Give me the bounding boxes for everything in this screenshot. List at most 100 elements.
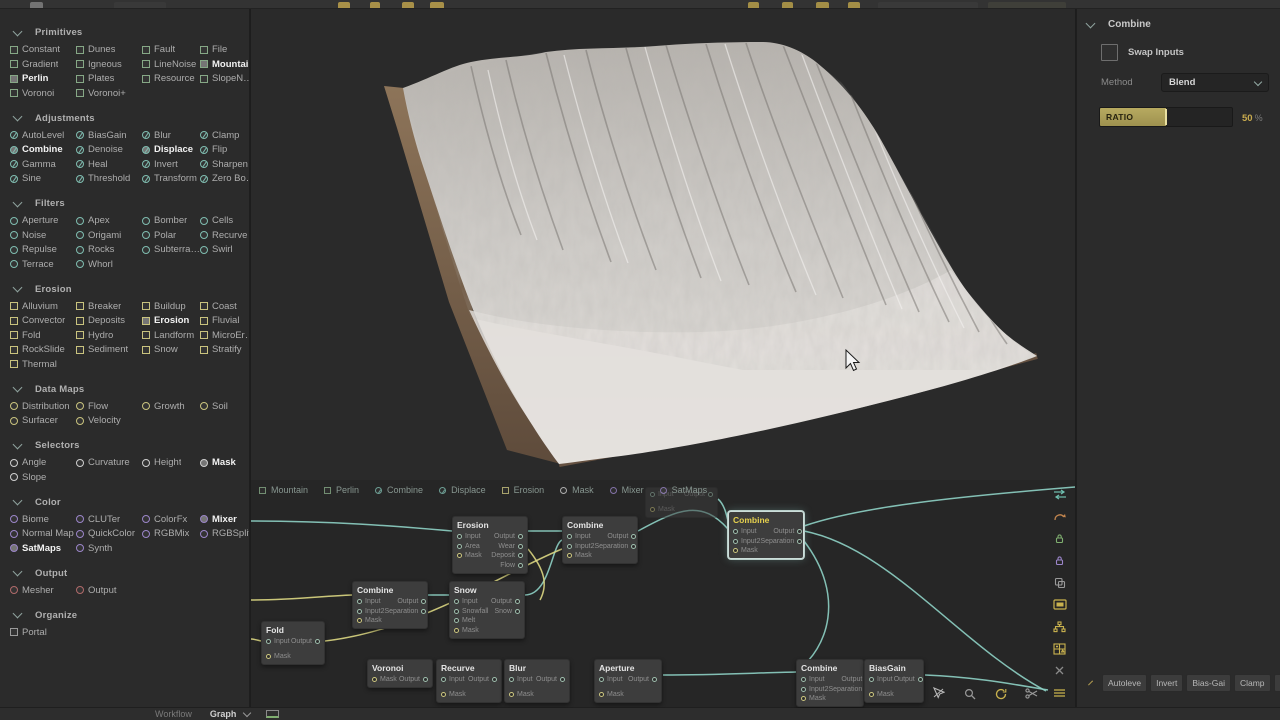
output-port-output[interactable]: Output: [536, 676, 565, 683]
lib-item-coast[interactable]: Coast: [200, 301, 249, 312]
graph-tab-mountain[interactable]: Mountain: [259, 485, 308, 495]
lib-item-repulse[interactable]: Repulse: [10, 244, 76, 255]
graph-tab-erosion[interactable]: Erosion: [501, 485, 544, 495]
lib-item-flip[interactable]: Flip: [200, 144, 249, 155]
reroute-icon[interactable]: [1052, 510, 1067, 523]
lib-item-rgbmix[interactable]: RGBMix: [142, 528, 200, 539]
node-combine[interactable]: Combine Input Input2 Mask Output Separation: [352, 581, 428, 629]
lib-item-deposits[interactable]: Deposits: [76, 315, 142, 326]
port-socket[interactable]: [708, 492, 713, 497]
port-socket[interactable]: [567, 534, 572, 539]
quickbar-button-autoleve[interactable]: Autoleve: [1102, 674, 1148, 692]
lib-item-snow[interactable]: Snow: [142, 344, 200, 355]
lib-item-voronoi[interactable]: Voronoi: [10, 88, 76, 99]
node-graph[interactable]: Mountain Perlin Combine Displace Erosion Mask…: [251, 480, 1075, 708]
section-header-organize[interactable]: Organize: [12, 608, 249, 621]
chevron-right-icon[interactable]: [1088, 680, 1093, 686]
input-port-mask[interactable]: Mask: [441, 691, 466, 698]
port-socket[interactable]: [454, 599, 459, 604]
lib-item-gradient[interactable]: Gradient: [10, 59, 76, 70]
input-port-mask[interactable]: Mask: [509, 691, 534, 698]
input-port-mask[interactable]: Mask: [372, 676, 397, 683]
lib-item-surfacer[interactable]: Surfacer: [10, 415, 76, 426]
input-port-input2[interactable]: Input2: [567, 543, 594, 550]
output-port-wear[interactable]: Wear: [491, 543, 523, 550]
port-socket[interactable]: [631, 543, 637, 549]
swap-connections-icon[interactable]: [1052, 488, 1067, 501]
input-port-input[interactable]: Input: [801, 676, 828, 683]
lib-item-height[interactable]: Height: [142, 457, 200, 468]
input-port-mask[interactable]: Mask: [457, 552, 482, 559]
port-socket[interactable]: [869, 691, 874, 697]
quickbar-button-mx[interactable]: MX: [1273, 674, 1280, 692]
drop-pin-icon[interactable]: [402, 2, 414, 8]
node-combine[interactable]: Combine Input Input2 Mask Output Separation: [562, 516, 638, 564]
lib-item-biasgain[interactable]: BiasGain: [76, 130, 142, 141]
port-socket[interactable]: [801, 677, 806, 682]
input-port-mask[interactable]: Mask: [650, 506, 675, 513]
lib-item-threshold[interactable]: Threshold: [76, 173, 142, 184]
port-socket[interactable]: [515, 608, 520, 614]
output-port-flow[interactable]: Flow: [491, 562, 523, 569]
output-port-deposit[interactable]: Deposit: [491, 552, 523, 559]
port-socket[interactable]: [515, 599, 520, 604]
lib-item-slope[interactable]: Slope: [10, 472, 76, 483]
build-button[interactable]: [878, 2, 978, 8]
lib-item-angle[interactable]: Angle: [10, 457, 76, 468]
lib-item-linenoise[interactable]: LineNoise: [142, 59, 200, 70]
input-port-input[interactable]: Input: [266, 638, 291, 645]
lib-item-hydro[interactable]: Hydro: [76, 330, 142, 341]
port-socket[interactable]: [457, 534, 462, 539]
section-header-primitives[interactable]: Primitives: [12, 26, 249, 38]
port-socket[interactable]: [518, 562, 523, 568]
port-socket[interactable]: [266, 653, 271, 659]
translate-gizmo-icon[interactable]: [338, 2, 350, 8]
input-port-input[interactable]: Input: [441, 676, 466, 683]
lib-item-resource[interactable]: Resource: [142, 73, 200, 84]
port-socket[interactable]: [441, 691, 446, 697]
port-socket[interactable]: [357, 608, 362, 614]
lib-item-origami[interactable]: Origami: [76, 230, 142, 241]
display-icon[interactable]: [816, 2, 829, 8]
output-port-output[interactable]: Output: [399, 676, 428, 683]
lib-item-transform[interactable]: Transform: [142, 173, 200, 184]
lib-item-clamp[interactable]: Clamp: [200, 130, 249, 141]
lib-item-combine[interactable]: Combine: [10, 144, 76, 155]
input-port-mask[interactable]: Mask: [567, 552, 594, 559]
output-port-output[interactable]: Output: [628, 676, 657, 683]
input-port-input[interactable]: Input: [457, 533, 482, 540]
node-snow[interactable]: Snow Input Snowfall Melt Mask Output Snow: [449, 581, 525, 639]
graph-tab-displace[interactable]: Displace: [439, 485, 486, 495]
input-port-input2[interactable]: Input2: [733, 538, 760, 545]
lib-item-breaker[interactable]: Breaker: [76, 301, 142, 312]
port-socket[interactable]: [421, 608, 427, 614]
lib-item-landform[interactable]: Landform: [142, 330, 200, 341]
node-voronoi[interactable]: Voronoi Mask Output: [367, 659, 433, 688]
lib-item-soil[interactable]: Soil: [200, 401, 249, 412]
quickbar-button-clamp[interactable]: Clamp: [1233, 674, 1271, 692]
swap-inputs-checkbox[interactable]: [1101, 44, 1118, 61]
output-port-separation[interactable]: Separation: [760, 538, 803, 545]
port-socket[interactable]: [599, 677, 604, 682]
lib-item-microerosi[interactable]: MicroErosi...: [200, 330, 249, 341]
lib-item-sharpen[interactable]: Sharpen: [200, 159, 249, 170]
input-port-input2[interactable]: Input2: [357, 608, 384, 615]
disconnect-icon[interactable]: [1052, 664, 1067, 677]
input-port-input[interactable]: Input: [869, 676, 894, 683]
input-port-input[interactable]: Input: [454, 598, 488, 605]
lib-item-fluvial[interactable]: Fluvial: [200, 315, 249, 326]
lib-item-mixer[interactable]: Mixer: [200, 514, 249, 525]
lib-item-cells[interactable]: Cells: [200, 215, 249, 226]
port-socket[interactable]: [631, 534, 637, 539]
lib-item-synth[interactable]: Synth: [76, 543, 142, 554]
port-socket[interactable]: [421, 599, 427, 604]
port-socket[interactable]: [454, 608, 459, 614]
lib-item-velocity[interactable]: Velocity: [76, 415, 142, 426]
lock-layout-icon[interactable]: [1052, 554, 1067, 567]
camera-preset-button[interactable]: [114, 2, 166, 8]
graph-tab-perlin[interactable]: Perlin: [324, 485, 359, 495]
refresh-graph-icon[interactable]: [993, 687, 1008, 700]
lib-item-noise[interactable]: Noise: [10, 230, 76, 241]
output-port-separation[interactable]: Separation: [384, 608, 427, 615]
graph-tab-mixer[interactable]: Mixer: [609, 485, 644, 495]
